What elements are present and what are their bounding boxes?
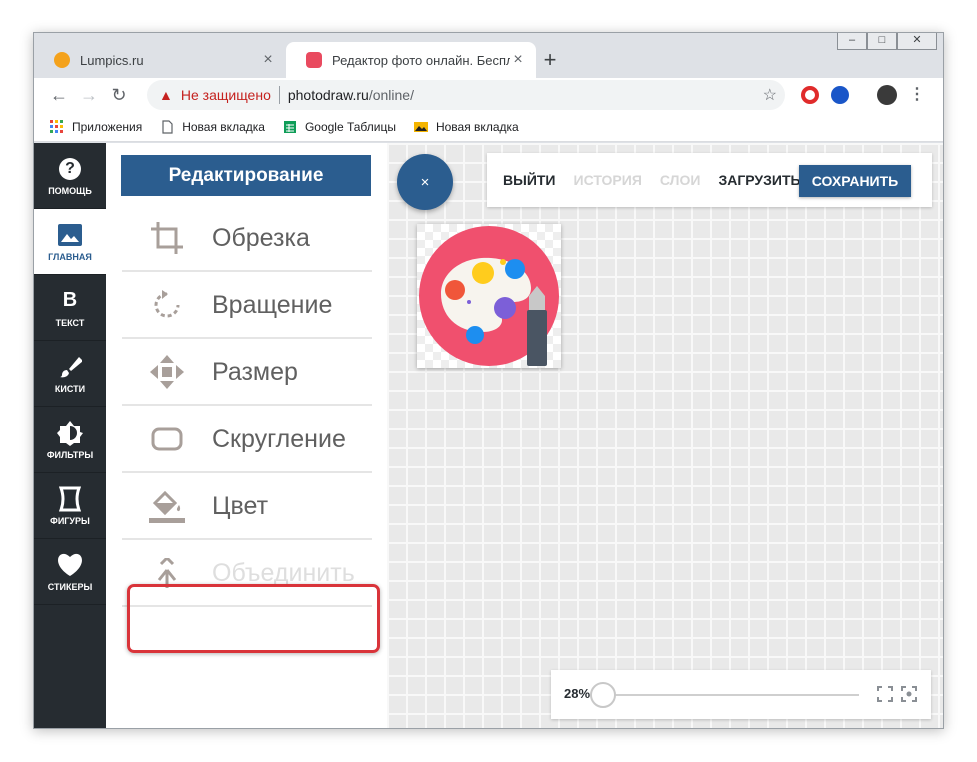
url-host: photodraw.ru: [287, 87, 369, 103]
tool-label: Скругление: [212, 424, 346, 453]
sidebar-item-shapes[interactable]: ФИГУРЫ: [34, 473, 106, 539]
security-status[interactable]: Не защищено: [181, 87, 271, 103]
photo-editor-app: ? ПОМОЩЬ ГЛАВНАЯ B ТЕКСТ КИСТИ ФИЛЬТРЫ Ф…: [34, 143, 943, 728]
tool-crop[interactable]: Обрезка: [122, 206, 372, 272]
sidebar-item-label: ГЛАВНАЯ: [48, 251, 92, 262]
tool-label: Цвет: [212, 491, 269, 520]
avatar[interactable]: [877, 85, 897, 105]
bookmark-label: Новая вкладка: [435, 119, 519, 134]
divider: [278, 86, 280, 104]
reload-button[interactable]: ↻: [104, 85, 134, 106]
tab-title: Lumpics.ru: [80, 52, 144, 68]
fit-screen-icon[interactable]: [901, 686, 917, 702]
panel-title: Редактирование: [121, 155, 371, 196]
zoom-bar: 28%: [551, 670, 931, 719]
bookmark-label: Google Таблицы: [304, 119, 396, 134]
paint-bucket-icon: [122, 489, 212, 523]
tool-label: Вращение: [212, 290, 333, 319]
upload-button[interactable]: ЗАГРУЗИТЬ: [718, 172, 800, 188]
sidebar-item-label: КИСТИ: [54, 383, 86, 394]
palette-favicon-icon: [306, 52, 322, 68]
sidebar-item-label: ФИЛЬТРЫ: [46, 449, 94, 460]
bookmarks-bar: Приложения Новая вкладка Google Таблицы …: [34, 112, 943, 142]
heart-icon: [57, 552, 83, 578]
tab-photodraw[interactable]: Редактор фото онлайн. Бесплат ×: [286, 42, 536, 78]
sidebar-item-stickers[interactable]: СТИКЕРЫ: [34, 539, 106, 605]
bookmark-new-tab-2[interactable]: Новая вкладка: [413, 119, 519, 134]
layers-button[interactable]: СЛОИ: [660, 172, 701, 188]
close-editor-button[interactable]: ×: [397, 154, 453, 210]
editor-topbar: ВЫЙТИ ИСТОРИЯ СЛОИ ЗАГРУЗИТЬ СОХРАНИТЬ: [487, 153, 932, 207]
highlight-frame: [127, 584, 380, 653]
brush-icon: [57, 354, 83, 380]
image-icon: [57, 222, 83, 248]
tab-lumpics[interactable]: Lumpics.ru ×: [34, 42, 286, 78]
opera-extension-icon[interactable]: [801, 86, 819, 104]
sidebar-item-label: ПОМОЩЬ: [48, 185, 92, 196]
bookmark-apps[interactable]: Приложения: [50, 119, 143, 134]
globe-extension-icon[interactable]: [831, 86, 849, 104]
resize-icon: [122, 355, 212, 389]
sidebar-item-text[interactable]: B ТЕКСТ: [34, 275, 106, 341]
exit-button[interactable]: ВЫЙТИ: [503, 172, 556, 188]
sheets-icon: [283, 120, 296, 133]
browser-window: Lumpics.ru × Редактор фото онлайн. Беспл…: [33, 32, 944, 729]
maximize-button[interactable]: □: [867, 33, 897, 50]
bookmark-star-icon[interactable]: ☆: [763, 85, 777, 105]
shapes-icon: [57, 486, 83, 512]
sidebar: ? ПОМОЩЬ ГЛАВНАЯ B ТЕКСТ КИСТИ ФИЛЬТРЫ Ф…: [34, 143, 106, 728]
editor-canvas[interactable]: × ВЫЙТИ ИСТОРИЯ СЛОИ ЗАГРУЗИТЬ СОХРАНИТЬ: [387, 143, 943, 728]
url-path: /online/: [368, 87, 414, 103]
tool-rotate[interactable]: Вращение: [122, 273, 372, 339]
zoom-value: 28%: [564, 686, 591, 701]
page-icon: [162, 119, 173, 134]
bookmark-label: Приложения: [72, 119, 143, 134]
new-tab-button[interactable]: +: [536, 47, 564, 75]
bookmark-label: Новая вкладка: [182, 119, 265, 134]
warning-icon[interactable]: ▲: [159, 87, 173, 103]
photo-layer[interactable]: [417, 224, 561, 368]
tab-close-icon[interactable]: ×: [510, 51, 526, 69]
text-icon: B: [62, 289, 78, 311]
address-bar[interactable]: ▲ Не защищено photodraw.ru/online/ ☆: [147, 80, 785, 110]
rotate-icon: [122, 290, 212, 320]
address-toolbar: ← → ↻ ▲ Не защищено photodraw.ru/online/…: [34, 78, 943, 112]
close-window-button[interactable]: ✕: [897, 33, 937, 50]
bookmark-new-tab[interactable]: Новая вкладка: [160, 120, 265, 134]
save-button[interactable]: СОХРАНИТЬ: [799, 165, 911, 197]
crop-icon: [122, 221, 212, 255]
tool-label: Размер: [212, 357, 298, 386]
tool-color[interactable]: Цвет: [122, 474, 372, 540]
fullscreen-icon[interactable]: [877, 686, 893, 702]
minimize-button[interactable]: –: [837, 33, 867, 50]
tab-strip: Lumpics.ru × Редактор фото онлайн. Беспл…: [34, 33, 943, 78]
tab-title: Редактор фото онлайн. Бесплат: [332, 52, 510, 68]
sidebar-item-label: СТИКЕРЫ: [47, 581, 93, 592]
sidebar-item-help[interactable]: ? ПОМОЩЬ: [34, 143, 106, 209]
tool-label: Обрезка: [212, 223, 310, 252]
window-controls: – □ ✕: [837, 33, 937, 50]
tab-close-icon[interactable]: ×: [260, 51, 276, 69]
sidebar-item-home[interactable]: ГЛАВНАЯ: [34, 209, 106, 275]
zoom-slider-handle[interactable]: [590, 682, 616, 708]
zoom-slider-track[interactable]: [601, 694, 859, 696]
back-button[interactable]: ←: [44, 85, 74, 106]
orange-favicon-icon: [54, 52, 70, 68]
sidebar-item-label: ТЕКСТ: [55, 317, 85, 328]
filters-icon: [57, 420, 83, 446]
apps-icon: [50, 119, 63, 133]
sidebar-item-filters[interactable]: ФИЛЬТРЫ: [34, 407, 106, 473]
history-button[interactable]: ИСТОРИЯ: [574, 172, 642, 188]
rounded-corners-icon: [122, 427, 212, 451]
image-icon: [413, 121, 428, 132]
sidebar-item-brushes[interactable]: КИСТИ: [34, 341, 106, 407]
tool-resize[interactable]: Размер: [122, 340, 372, 406]
help-icon: ?: [57, 156, 83, 182]
browser-menu-icon[interactable]: ⋮: [909, 84, 925, 104]
tool-rounding[interactable]: Скругление: [122, 407, 372, 473]
sidebar-item-label: ФИГУРЫ: [50, 515, 90, 526]
bookmark-google-sheets[interactable]: Google Таблицы: [283, 120, 396, 134]
forward-button[interactable]: →: [74, 85, 104, 106]
palette-image: [417, 224, 561, 368]
